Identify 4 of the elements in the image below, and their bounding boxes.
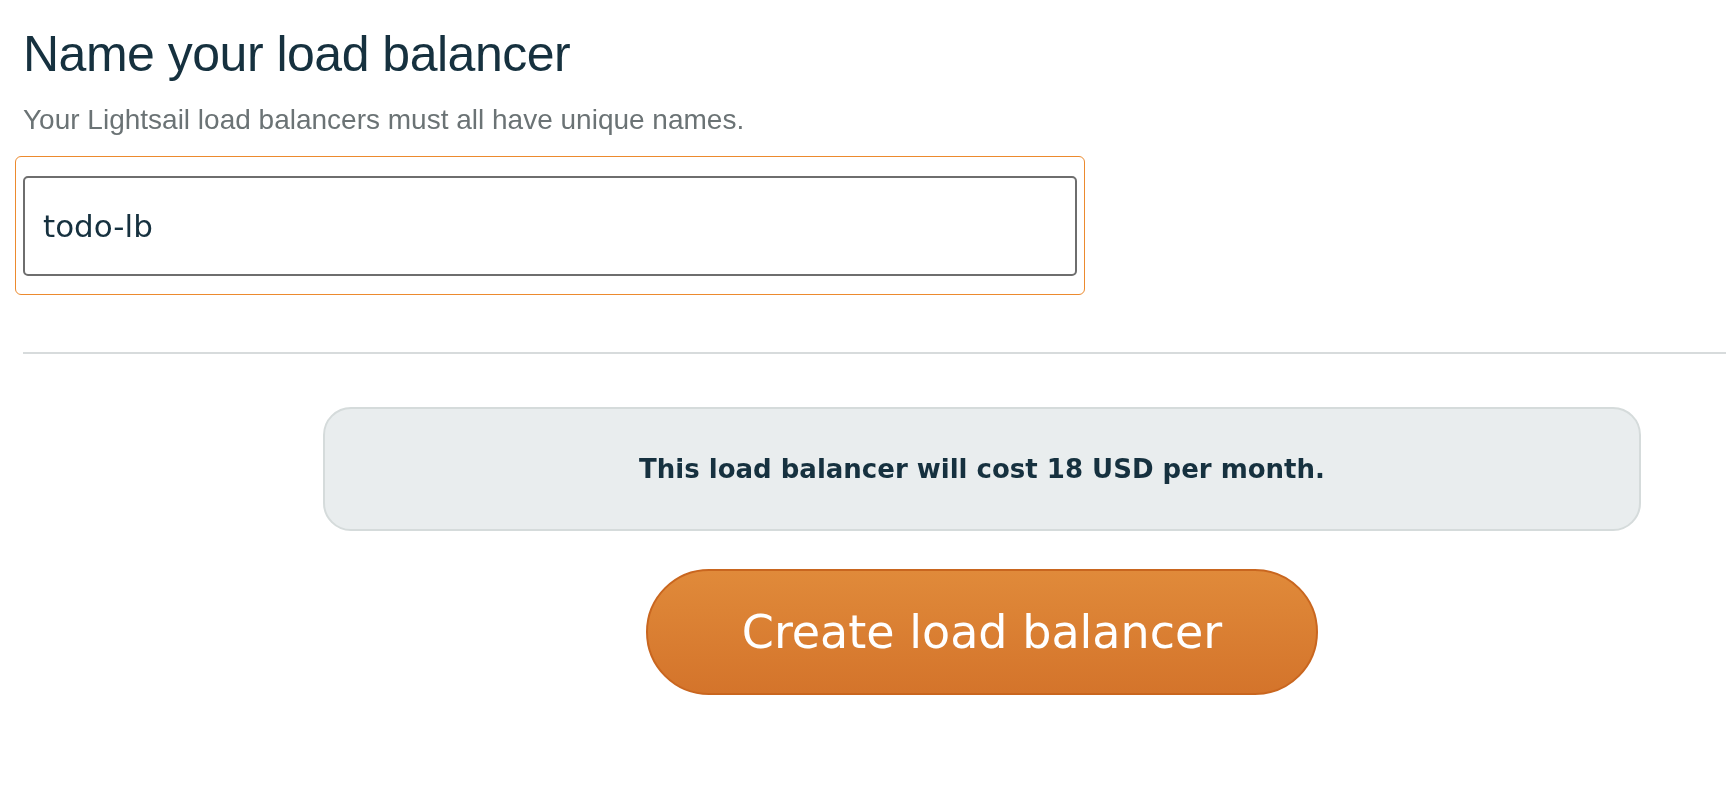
section-heading: Name your load balancer: [23, 25, 572, 84]
section-description: Your Lightsail load balancers must all have unique names.: [23, 103, 746, 137]
cost-notice: This load balancer will cost 18 USD per month.: [323, 407, 1641, 531]
name-input-field[interactable]: todo-lb: [23, 176, 1077, 276]
